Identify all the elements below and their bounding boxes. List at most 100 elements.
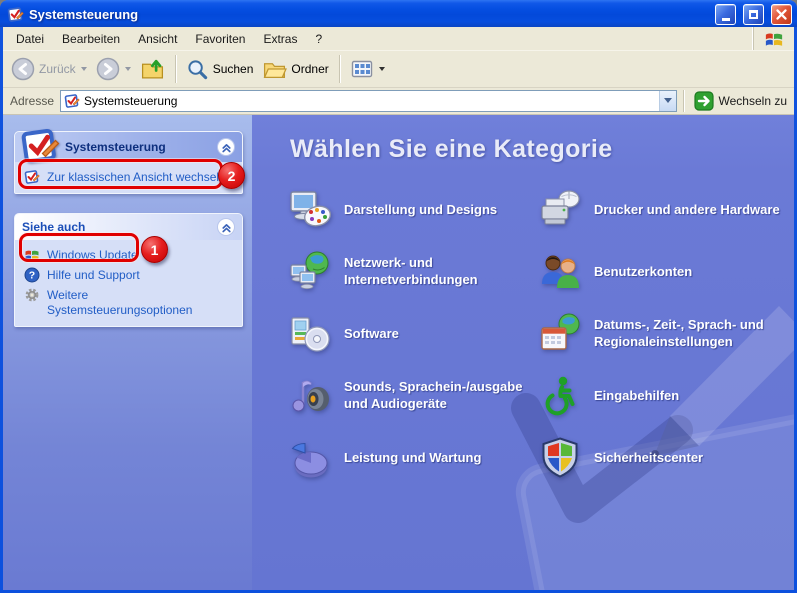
page-title: Wählen Sie eine Kategorie [290,135,613,163]
control-panel-icon [7,6,24,23]
toolbar-separator [174,55,176,83]
back-button[interactable]: Zurück [7,55,91,83]
minimize-button[interactable] [715,4,736,25]
folders-label: Ordner [291,62,329,76]
switch-to-classic-view-link[interactable]: Zur klassischen Ansicht wechseln [24,169,236,185]
category-item[interactable]: Software [288,312,538,356]
category-view: Wählen Sie eine Kategorie Darstellung un… [252,115,794,590]
menu-item[interactable]: Extras [254,29,306,49]
icon-user-accounts [541,255,580,289]
collapse-panel-button[interactable] [217,138,235,156]
category-label: Software [344,325,399,341]
category-label: Sicherheitscenter [594,449,704,465]
category-item[interactable]: Darstellung und Designs [288,188,538,232]
control-panel-icon [20,126,60,166]
toolbar: Zurück Suchen Ordner [3,51,794,88]
panel-title: Siehe auch [22,220,86,234]
forward-button[interactable] [92,55,135,83]
sidebar-link-label: Windows Update [47,248,138,262]
menu-item[interactable]: Bearbeiten [53,29,129,49]
forward-icon [95,57,120,81]
back-icon [11,57,35,81]
category-item[interactable]: Leistung und Wartung [288,436,538,480]
category-item[interactable]: Sounds, Sprachein-/ausgabe und Audiogerä… [288,374,538,418]
see-also-panel: Siehe auch Windows Update Hilfe und Supp… [14,213,243,327]
sidebar: Systemsteuerung Zur klassischen Ansicht … [3,115,252,590]
category-columns: Darstellung und Designs Netzwerk- und In… [288,188,794,480]
content: Systemsteuerung Zur klassischen Ansicht … [3,115,794,590]
category-label: Eingabehilfen [594,387,680,403]
category-item[interactable]: Sicherheitscenter [538,436,792,480]
category-item[interactable]: Drucker und andere Hardware [538,188,792,232]
toolbar-separator [338,55,340,83]
category-column-left: Darstellung und Designs Netzwerk- und In… [288,188,538,480]
category-label: Drucker und andere Hardware [594,201,780,217]
back-dropdown-icon [80,67,87,71]
close-button[interactable] [771,4,792,25]
up-button[interactable] [136,55,169,84]
icon-display-themes [290,191,332,230]
icon-sounds-audio [291,380,331,413]
sidebar-link-label: Hilfe und Support [47,268,140,282]
category-label: Sounds, Sprachein-/ausgabe und Audiogerä… [344,379,523,411]
category-label: Datums-, Zeit-, Sprach- und Regionaleins… [594,317,764,349]
up-folder-icon [140,59,164,79]
maximize-button[interactable] [743,4,764,25]
sidebar-link[interactable]: Windows Update [24,247,236,263]
category-column-right: Drucker und andere Hardware Benutzerkont… [538,188,792,480]
category-item[interactable]: Benutzerkonten [538,250,792,294]
search-icon [187,59,207,79]
icon-security-shield [542,437,578,478]
go-arrow-icon [693,90,714,111]
icon-network-internet [290,251,329,290]
category-item[interactable]: Netzwerk- und Internetverbindungen [288,250,538,294]
control-panel-window: Systemsteuerung Datei Bearbeiten Ansicht… [0,0,797,593]
icon-printer-hardware [541,190,580,225]
forward-dropdown-icon [124,67,131,71]
icon-software [291,317,330,352]
views-button[interactable] [346,55,389,83]
menu-item[interactable]: Datei [7,29,53,49]
search-label: Suchen [212,62,254,76]
addressbar-separator [682,89,684,112]
panel-title: Systemsteuerung [65,140,166,154]
panel-body: Zur klassischen Ansicht wechseln [15,162,242,193]
sidebar-link-label: Weitere Systemsteuerungsoptionen [47,288,193,317]
views-icon [351,60,372,78]
close-icon [776,9,787,20]
icon-accessibility [545,374,575,416]
sidebar-link[interactable]: Weitere Systemsteuerungsoptionen [24,287,236,318]
menubar: Datei Bearbeiten Ansicht Favoriten Extra… [3,27,794,51]
collapse-panel-button[interactable] [217,218,235,236]
search-button[interactable]: Suchen [182,56,258,83]
icon-help-support [24,267,40,283]
category-item[interactable]: Datums-, Zeit-, Sprach- und Regionaleins… [538,312,792,356]
addressbar: Adresse Systemsteuerung Wechseln zu [3,88,794,115]
control-panel-icon [64,93,81,108]
menu-item[interactable]: Ansicht [129,29,186,49]
maximize-icon [749,10,758,19]
chevron-up-icon [221,223,231,232]
minimize-icon [721,18,730,21]
menu-item[interactable]: Favoriten [186,29,254,49]
window-title: Systemsteuerung [29,7,139,22]
category-item[interactable]: Eingabehilfen [538,374,792,418]
icon-datetime-regional [541,313,580,350]
back-label: Zurück [39,62,76,76]
panel-body: Windows Update Hilfe und Support Weitere… [15,240,242,326]
window-body: Datei Bearbeiten Ansicht Favoriten Extra… [3,27,794,590]
views-dropdown-icon [378,67,385,71]
menu-item[interactable]: ? [306,29,331,49]
address-dropdown-button[interactable] [658,90,676,111]
address-combobox[interactable]: Systemsteuerung [60,89,677,112]
folder-icon [264,62,287,78]
icon-gear [25,288,39,302]
folders-button[interactable]: Ordner [258,55,332,84]
go-button[interactable]: Wechseln zu [690,90,791,111]
chevron-down-icon [663,98,672,103]
windows-logo [753,27,794,50]
sidebar-link[interactable]: Hilfe und Support [24,267,236,283]
category-label: Leistung und Wartung [344,449,482,465]
category-label: Darstellung und Designs [344,201,498,217]
icon-windows-update [25,250,39,261]
